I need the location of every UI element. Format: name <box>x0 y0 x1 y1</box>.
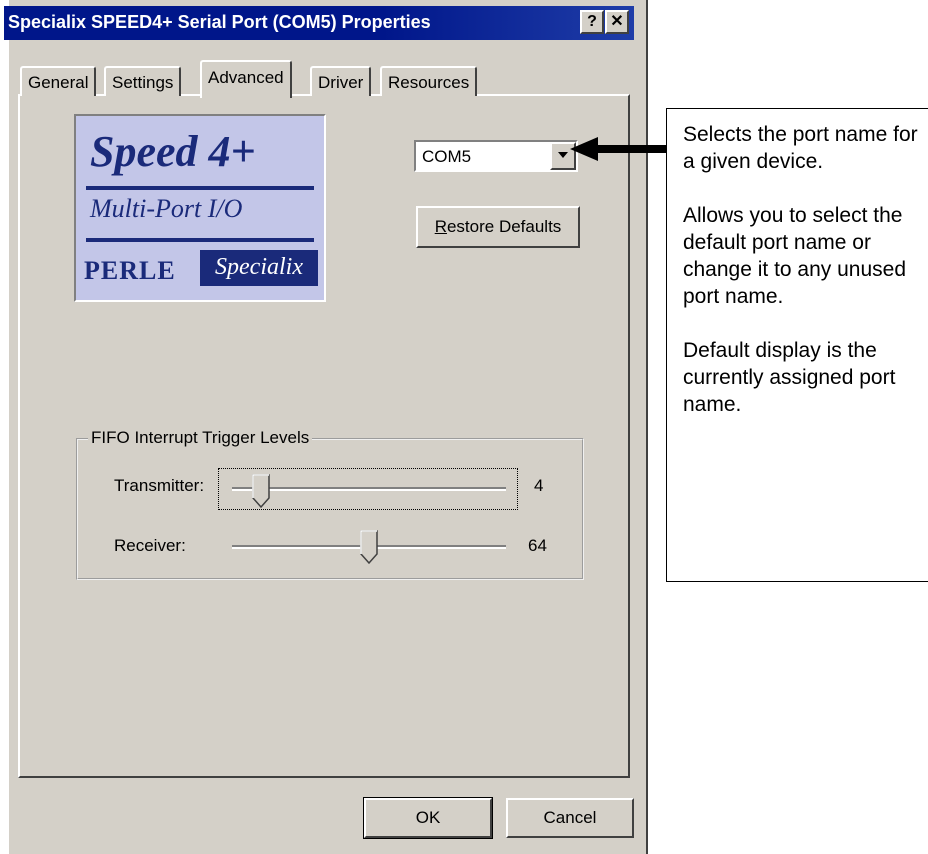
logo-specialix: Specialix <box>200 250 318 286</box>
callout-text-3: Default display is the currently assigne… <box>683 339 896 416</box>
title-bar[interactable]: Specialix SPEED4+ Serial Port (COM5) Pro… <box>4 6 634 40</box>
callout-arrow <box>570 137 666 161</box>
tab-settings[interactable]: Settings <box>104 66 182 96</box>
fifo-group-label: FIFO Interrupt Trigger Levels <box>88 428 313 448</box>
tab-advanced[interactable]: Advanced <box>200 60 292 98</box>
port-name-select[interactable]: COM5 <box>414 140 578 172</box>
callout-text-1: Selects the port name for a given device… <box>683 123 918 173</box>
cancel-button[interactable]: Cancel <box>506 798 634 838</box>
close-button[interactable]: ✕ <box>605 10 629 34</box>
restore-defaults-button[interactable]: Restore Defaults <box>416 206 580 248</box>
chevron-down-icon <box>558 152 568 158</box>
help-button[interactable]: ? <box>580 10 604 34</box>
callout-text-2: Allows you to select the default port na… <box>683 204 907 308</box>
callout-box: Selects the port name for a given device… <box>666 108 928 582</box>
receiver-label: Receiver: <box>114 536 186 555</box>
restore-label: estore Defaults <box>446 217 562 236</box>
logo-title: Speed 4+ <box>90 127 256 176</box>
transmitter-label: Transmitter: <box>114 476 205 495</box>
port-name-value: COM5 <box>422 147 472 166</box>
logo-subtitle: Multi-Port I/O <box>90 194 243 223</box>
transmitter-value: 4 <box>534 476 544 495</box>
restore-mnemonic: R <box>434 217 447 236</box>
ok-button[interactable]: OK <box>363 797 493 839</box>
tab-resources[interactable]: Resources <box>380 66 478 96</box>
tab-general[interactable]: General <box>20 66 97 96</box>
logo-perle: PERLE <box>84 256 176 285</box>
close-icon: ✕ <box>610 13 624 30</box>
window-title: Specialix SPEED4+ Serial Port (COM5) Pro… <box>8 12 431 32</box>
transmitter-slider-thumb[interactable] <box>252 474 271 508</box>
logo-divider <box>86 186 314 190</box>
tab-driver[interactable]: Driver <box>310 66 372 96</box>
help-icon: ? <box>587 13 597 30</box>
receiver-slider-thumb[interactable] <box>360 530 378 564</box>
transmitter-track <box>232 487 506 491</box>
logo-divider <box>86 238 314 242</box>
speed4-logo: Speed 4+ Multi-Port I/O PERLE Specialix <box>74 114 326 302</box>
receiver-value: 64 <box>528 536 547 555</box>
